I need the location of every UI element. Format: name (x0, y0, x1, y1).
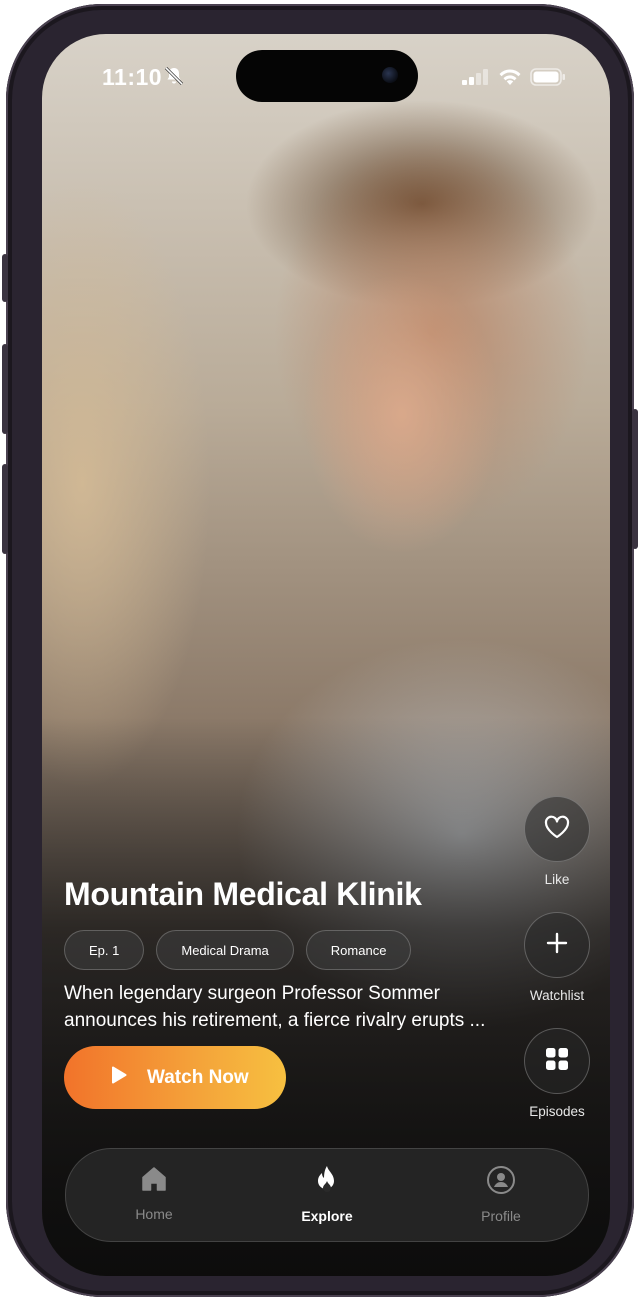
screen: 11:10 Like Watchlist Episodes Mountain M… (42, 34, 610, 1276)
tab-explore[interactable]: Explore (277, 1165, 377, 1224)
flame-icon (313, 1166, 341, 1199)
status-icons (462, 68, 566, 91)
tag-list: Ep. 1 Medical Drama Romance (64, 930, 412, 970)
wifi-icon (498, 68, 522, 91)
plus-icon (546, 932, 568, 959)
watch-now-label: Watch Now (147, 1066, 249, 1088)
tag-episode[interactable]: Ep. 1 (64, 930, 145, 970)
watchlist-button[interactable] (524, 912, 590, 978)
grid-icon (545, 1047, 569, 1076)
play-icon (111, 1065, 127, 1090)
profile-icon (486, 1166, 516, 1199)
episodes-button[interactable] (524, 1028, 590, 1094)
tab-home-label: Home (135, 1206, 173, 1222)
cellular-signal-icon (462, 69, 490, 90)
volume-up-button (2, 344, 8, 434)
episodes-label: Episodes (529, 1104, 585, 1119)
bottom-tab-bar: Home Explore Profile (65, 1148, 589, 1242)
front-camera (382, 67, 398, 83)
show-title: Mountain Medical Klinik (64, 876, 422, 912)
episodes-action[interactable]: Episodes (522, 1028, 592, 1119)
tab-profile-label: Profile (481, 1208, 521, 1224)
tab-explore-label: Explore (301, 1208, 353, 1224)
like-button[interactable] (524, 796, 590, 862)
status-time: 11:10 (102, 64, 163, 90)
bell-muted-icon (164, 66, 184, 91)
heart-icon (544, 815, 570, 844)
battery-icon (530, 68, 566, 91)
dynamic-island (236, 50, 418, 102)
show-description[interactable]: When legendary surgeon Professor Sommer … (64, 980, 514, 1034)
phone-frame: 11:10 Like Watchlist Episodes Mountain M… (2, 4, 638, 1297)
silent-switch (2, 254, 8, 302)
tab-home[interactable]: Home (104, 1165, 204, 1222)
watchlist-action[interactable]: Watchlist (522, 912, 592, 1003)
tag-genre-romance[interactable]: Romance (305, 930, 412, 970)
like-action[interactable]: Like (522, 796, 592, 887)
tag-genre-medical-drama[interactable]: Medical Drama (156, 930, 294, 970)
volume-down-button (2, 464, 8, 554)
home-icon (140, 1167, 168, 1197)
like-label: Like (544, 872, 570, 887)
watch-now-button[interactable]: Watch Now (64, 1046, 286, 1109)
tab-profile[interactable]: Profile (451, 1165, 551, 1224)
power-button (632, 409, 638, 549)
watchlist-label: Watchlist (529, 988, 585, 1003)
